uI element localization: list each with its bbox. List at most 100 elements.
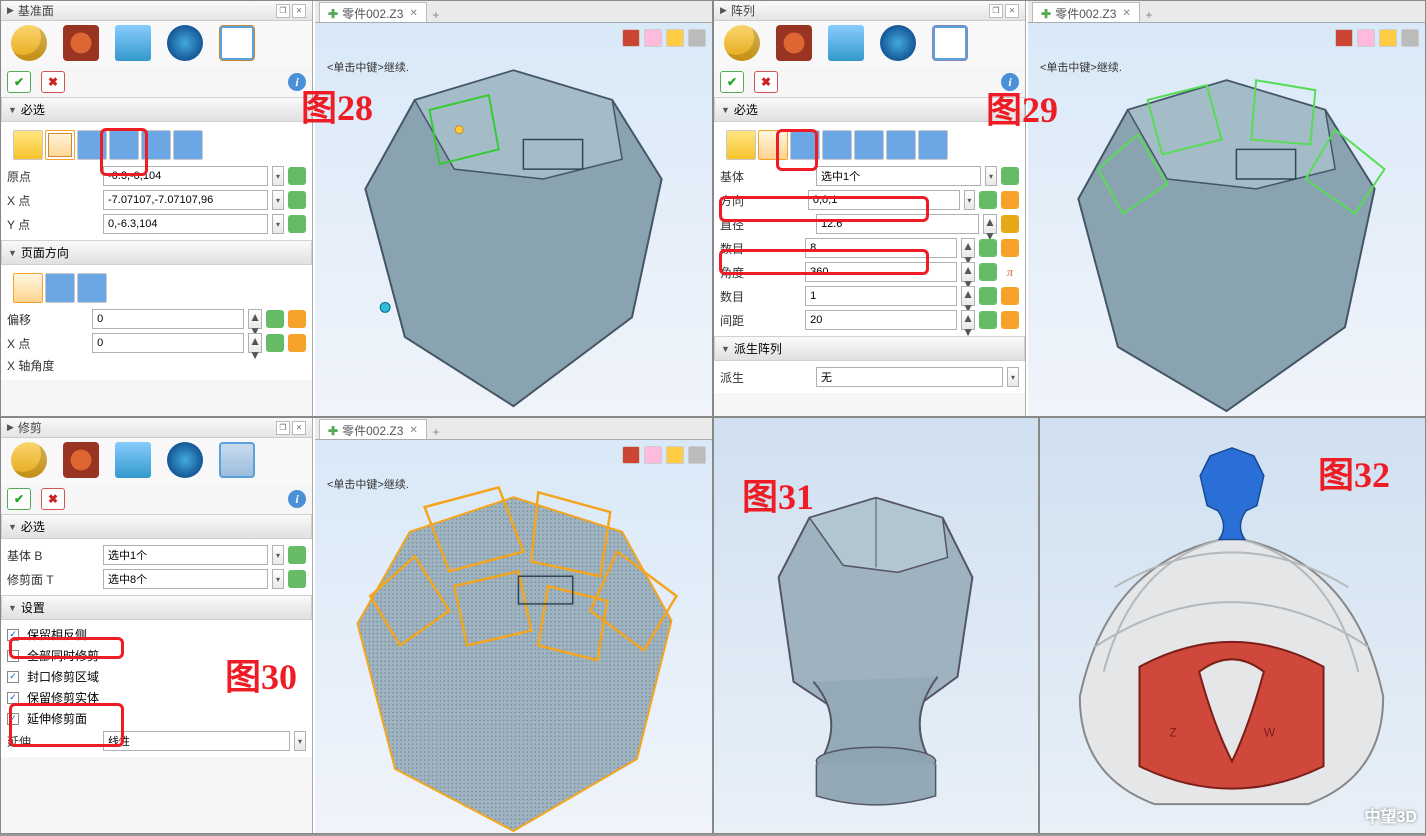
restore-icon[interactable]: ❐	[989, 4, 1003, 18]
count-input[interactable]	[805, 238, 957, 258]
fig29-required-hdr[interactable]: ▼必选	[714, 97, 1025, 122]
info-icon[interactable]: i	[288, 490, 306, 508]
fig32-geometry: Z W	[1040, 418, 1425, 833]
pick-icon[interactable]	[288, 215, 306, 233]
watermark: 中望3D	[1365, 803, 1417, 827]
view-icon[interactable]	[828, 25, 864, 61]
close-panel-icon[interactable]: ⨯	[292, 4, 306, 18]
restore-icon[interactable]: ❐	[276, 4, 290, 18]
keep-solid-checkbox[interactable]: ✓	[7, 692, 19, 704]
all-trim-checkbox[interactable]	[7, 650, 19, 662]
keep-opposite-checkbox[interactable]: ✓	[7, 629, 19, 641]
file-tab[interactable]: ✚零件002.Z3✕	[1032, 2, 1140, 22]
offset-input[interactable]	[92, 309, 244, 329]
trim-mode-icon[interactable]	[219, 442, 255, 478]
tab-bar: ✚零件002.Z3✕ +	[315, 1, 712, 23]
new-tab-button[interactable]: +	[427, 8, 445, 22]
fig29-deriv-hdr[interactable]: ▼派生阵列	[714, 336, 1025, 361]
history-icon[interactable]	[11, 442, 47, 478]
count2-input[interactable]	[805, 286, 957, 306]
spacing-input[interactable]	[805, 310, 957, 330]
close-panel-icon[interactable]: ⨯	[292, 421, 306, 435]
ok-button[interactable]: ✔	[7, 488, 31, 510]
trimT-input[interactable]	[103, 569, 268, 589]
dia-input[interactable]	[816, 214, 979, 234]
stamp-icon[interactable]	[63, 442, 99, 478]
pattern-icon-3[interactable]	[790, 130, 820, 160]
fig29-panel: ▶阵列❐⨯ ✔✖i ▼必选 基体▾ 方向▾ 直径▲▼ 数目▲▼ 角度▲▼π 数目…	[714, 1, 1026, 416]
fig28-mode-strip	[7, 126, 306, 164]
pattern-icon-5[interactable]	[854, 130, 884, 160]
restore-icon[interactable]: ❐	[276, 421, 290, 435]
elem-icon[interactable]	[13, 130, 43, 160]
file-tab[interactable]: ✚零件002.Z3✕	[319, 419, 427, 439]
pick-icon[interactable]	[288, 167, 306, 185]
pi-icon[interactable]: π	[1001, 263, 1019, 281]
pattern-icon-6[interactable]	[886, 130, 916, 160]
pattern-icon-7[interactable]	[918, 130, 948, 160]
extend-face-checkbox[interactable]: ✓	[7, 713, 19, 725]
xpt2-input[interactable]	[92, 333, 244, 353]
view-icon[interactable]	[115, 442, 151, 478]
plane-icon-1[interactable]	[77, 130, 107, 160]
dir-icon-2[interactable]	[45, 273, 75, 303]
globe-icon[interactable]	[167, 25, 203, 61]
stamp-icon[interactable]	[776, 25, 812, 61]
stamp-icon[interactable]	[63, 25, 99, 61]
pattern-linear-icon[interactable]	[726, 130, 756, 160]
plane-icon-3[interactable]	[141, 130, 171, 160]
lock-icon[interactable]	[1001, 215, 1019, 233]
cancel-button[interactable]: ✖	[754, 71, 778, 93]
info-icon[interactable]: i	[1001, 73, 1019, 91]
fig30-required-hdr[interactable]: ▼必选	[1, 514, 312, 539]
svg-text:W: W	[1264, 725, 1276, 739]
extend-input[interactable]	[103, 731, 290, 751]
dropdown-icon[interactable]: ▾	[272, 166, 284, 186]
angle-input[interactable]	[805, 262, 957, 282]
ok-button[interactable]: ✔	[7, 71, 31, 93]
info-icon[interactable]: i	[288, 73, 306, 91]
pick-icon[interactable]	[1001, 167, 1019, 185]
history-icon[interactable]	[11, 25, 47, 61]
cancel-button[interactable]: ✖	[41, 488, 65, 510]
view-icon[interactable]	[115, 25, 151, 61]
fig28-geometry	[315, 21, 712, 416]
plane-icon-2[interactable]	[109, 130, 139, 160]
deriv-input[interactable]	[816, 367, 1003, 387]
origin-input[interactable]	[103, 166, 268, 186]
globe-icon[interactable]	[167, 442, 203, 478]
fig28-required-hdr[interactable]: ▼必选	[1, 97, 312, 122]
array-mode-icon[interactable]	[932, 25, 968, 61]
plane-icon-4[interactable]	[173, 130, 203, 160]
close-panel-icon[interactable]: ⨯	[1005, 4, 1019, 18]
fig28-title-text: 基准面	[18, 2, 54, 19]
pattern-circular-icon[interactable]	[758, 130, 788, 160]
seal-area-checkbox[interactable]: ✓	[7, 671, 19, 683]
datum-mode-icon[interactable]	[219, 25, 255, 61]
file-tab[interactable]: ✚零件002.Z3✕	[319, 2, 427, 22]
xpt-input[interactable]	[103, 190, 268, 210]
dir-icon-1[interactable]	[13, 273, 43, 303]
base-input[interactable]	[816, 166, 981, 186]
three-points-icon[interactable]	[45, 130, 75, 160]
stepper[interactable]: ▲▼	[248, 309, 262, 329]
fig28-confirm-row: ✔ ✖ i	[1, 67, 312, 97]
fig29-viewport[interactable]: ✚零件002.Z3✕+ <单击中键>继续.	[1028, 1, 1425, 416]
fig30-viewport[interactable]: ✚零件002.Z3✕+ <单击中键>继续.	[315, 418, 712, 833]
fig30-settings-hdr[interactable]: ▼设置	[1, 595, 312, 620]
ok-button[interactable]: ✔	[720, 71, 744, 93]
cancel-button[interactable]: ✖	[41, 71, 65, 93]
pattern-icon-4[interactable]	[822, 130, 852, 160]
ypt-input[interactable]	[103, 214, 268, 234]
pick-icon[interactable]	[288, 191, 306, 209]
fig28-pagedir-hdr[interactable]: ▼页面方向	[1, 240, 312, 265]
fig29-quadrant: ▶阵列❐⨯ ✔✖i ▼必选 基体▾ 方向▾ 直径▲▼ 数目▲▼ 角度▲▼π 数目…	[713, 0, 1426, 417]
dir-input[interactable]	[808, 190, 960, 210]
fig30-geometry	[315, 438, 712, 833]
baseB-input[interactable]	[103, 545, 268, 565]
globe-icon[interactable]	[880, 25, 916, 61]
fig28-viewport[interactable]: ✚零件002.Z3✕ + <单击中键>继续.	[315, 1, 712, 416]
history-icon[interactable]	[724, 25, 760, 61]
close-tab-icon[interactable]: ✕	[409, 8, 417, 19]
dir-icon-3[interactable]	[77, 273, 107, 303]
